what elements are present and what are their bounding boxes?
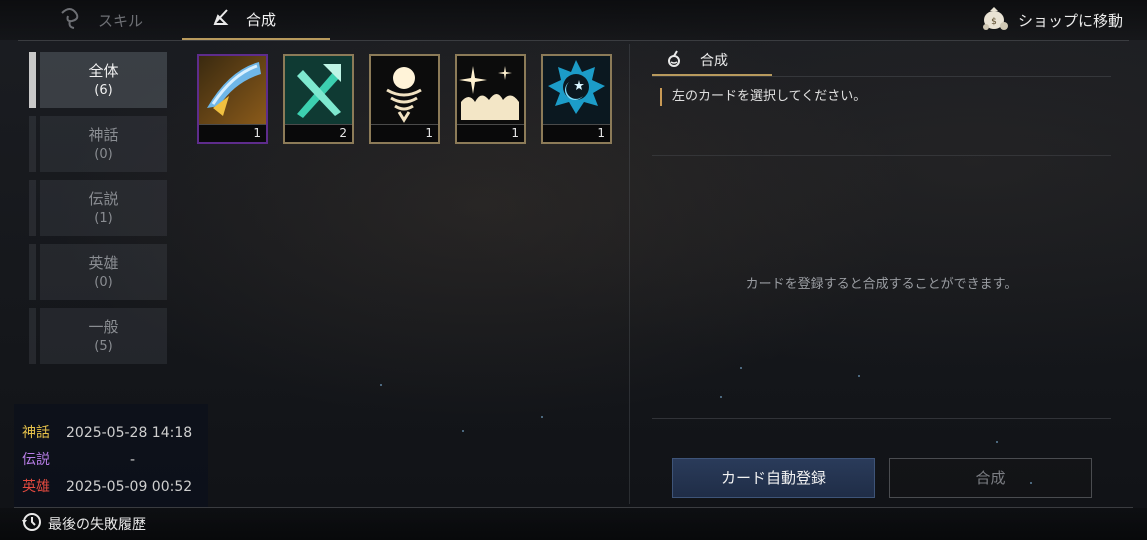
card-slot[interactable]: 1 <box>455 54 526 144</box>
sparkle-decoration <box>740 367 742 369</box>
panel-divider-bottom <box>652 418 1111 419</box>
sidebar-indicator <box>29 116 36 172</box>
select-card-instruction: 左のカードを選択してください。 <box>660 88 866 106</box>
last-fail-label: 最後の失敗履歴 <box>48 517 146 533</box>
top-divider <box>18 40 1129 41</box>
sidebar-item-mythic[interactable]: 神話 (0) <box>40 116 167 172</box>
card-slot[interactable]: 1 <box>369 54 440 144</box>
top-bar <box>0 0 1147 40</box>
history-grade: 英雄 <box>22 479 50 495</box>
money-bag-icon: $ <box>980 5 1010 35</box>
sparkle-decoration <box>996 441 998 443</box>
potion-icon <box>666 49 682 71</box>
go-to-shop-button[interactable]: $ ショップに移動 <box>980 0 1123 40</box>
sidebar-item-common[interactable]: 一般 (5) <box>40 308 167 364</box>
bottom-bar <box>0 508 1147 540</box>
panel-divider <box>629 44 630 504</box>
tab-craft[interactable]: 合成 <box>182 0 330 40</box>
card-count: 1 <box>543 124 610 142</box>
sparkle-flame-icon <box>457 56 524 124</box>
flask-icon <box>212 7 232 31</box>
skill-swirl-icon <box>58 7 82 33</box>
sparkle-decoration <box>462 430 464 432</box>
sidebar-item-count: (5) <box>94 339 113 354</box>
sidebar-item-all[interactable]: 全体 (6) <box>40 52 167 108</box>
card-slot[interactable]: 1 <box>541 54 612 144</box>
register-card-message: カードを登録すると合成することができます。 <box>745 277 1018 292</box>
history-date: 2025-05-28 14:18 <box>66 425 193 441</box>
card-count: 1 <box>371 124 438 142</box>
history-row: 英雄 2025-05-09 00:52 <box>22 478 192 496</box>
craft-button[interactable]: 合成 <box>889 458 1092 498</box>
fail-history-box: 神話 2025-05-28 14:18 伝説 - 英雄 2025-05-09 00:5… <box>14 404 208 508</box>
sidebar-item-label: 英雄 <box>88 254 119 272</box>
tab-skill-label: スキル <box>98 11 144 30</box>
sidebar-indicator <box>29 244 36 300</box>
sidebar-item-hero[interactable]: 英雄 (0) <box>40 244 167 300</box>
tab-skill[interactable]: スキル <box>58 0 143 40</box>
history-grade: 伝説 <box>22 452 50 468</box>
green-blades-icon <box>285 56 352 124</box>
star-moon-icon <box>543 56 610 124</box>
sparkle-decoration <box>858 375 860 377</box>
sidebar-indicator <box>29 308 36 364</box>
orb-spring-icon <box>371 56 438 124</box>
history-grade: 神話 <box>22 425 50 441</box>
history-row: 伝説 - <box>22 451 135 469</box>
sidebar-item-count: (1) <box>94 211 113 226</box>
sparkle-decoration <box>380 384 382 386</box>
svg-text:$: $ <box>991 17 997 27</box>
history-row: 神話 2025-05-28 14:18 <box>22 424 192 442</box>
card-count: 1 <box>457 124 524 142</box>
craft-panel-tab-label: 合成 <box>700 53 728 69</box>
sidebar-item-label: 全体 <box>88 62 119 80</box>
sidebar-indicator <box>29 180 36 236</box>
sidebar-item-label: 伝説 <box>88 190 119 208</box>
sidebar-indicator-active <box>29 52 36 108</box>
card-count: 1 <box>199 124 266 142</box>
sparkle-decoration <box>541 416 543 418</box>
history-date: 2025-05-09 00:52 <box>66 479 193 495</box>
tab-craft-label: 合成 <box>246 10 277 29</box>
card-slot[interactable]: 1 <box>197 54 268 144</box>
sidebar-item-legend[interactable]: 伝説 (1) <box>40 180 167 236</box>
sidebar-item-count: (6) <box>94 83 113 98</box>
history-date: - <box>130 452 136 468</box>
card-slot[interactable]: 2 <box>283 54 354 144</box>
sparkle-decoration <box>720 396 722 398</box>
sidebar-item-label: 一般 <box>88 318 119 336</box>
craft-panel-tab[interactable]: 合成 <box>652 46 772 76</box>
sparkle-decoration <box>1030 482 1032 484</box>
bottom-divider <box>14 507 1133 508</box>
last-fail-history-button[interactable]: 最後の失敗履歴 <box>20 513 146 535</box>
sidebar-item-label: 神話 <box>88 126 119 144</box>
blue-slash-icon <box>199 56 266 124</box>
shop-label: ショップに移動 <box>1017 11 1123 30</box>
sidebar-item-count: (0) <box>94 275 113 290</box>
auto-register-button[interactable]: カード自動登録 <box>672 458 875 498</box>
history-clock-icon <box>20 511 42 537</box>
panel-divider-mid <box>652 155 1111 156</box>
card-count: 2 <box>285 124 352 142</box>
panel-divider-top <box>652 76 1111 77</box>
sidebar-item-count: (0) <box>94 147 113 162</box>
